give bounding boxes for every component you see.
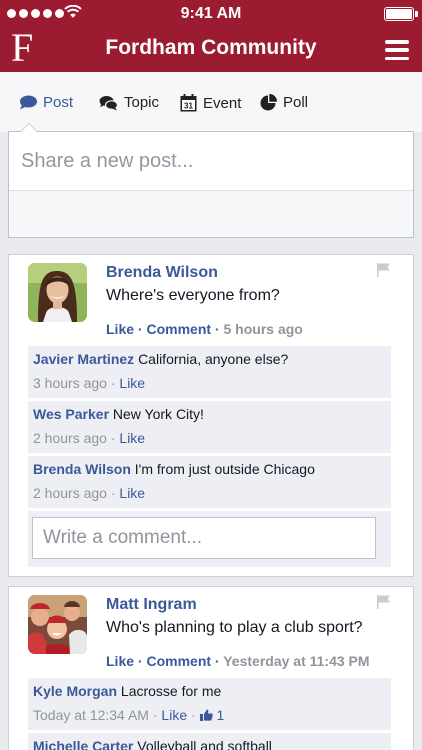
status-bar: 9:41 AM: [0, 0, 422, 27]
chat-bubbles-icon: [99, 95, 118, 110]
post-actions: Like · Comment · 5 hours ago: [106, 321, 303, 337]
comment: Wes Parker New York City! 2 hours ago · …: [28, 401, 391, 454]
post-composer: [8, 131, 414, 238]
thumbs-up-icon: [199, 709, 213, 721]
post-time: Yesterday at 11:43 PM: [223, 653, 370, 669]
avatar[interactable]: [28, 263, 87, 322]
comment-author[interactable]: Kyle Morgan: [33, 683, 117, 699]
svg-text:31: 31: [184, 102, 193, 111]
comment-author[interactable]: Wes Parker: [33, 406, 109, 422]
comment-text: Michelle Carter Volleyball and softball: [33, 738, 272, 750]
comment-meta: 3 hours ago · Like: [33, 375, 146, 391]
comment: Kyle Morgan Lacrosse for me Today at 12:…: [28, 678, 391, 731]
comment-author[interactable]: Javier Martinez: [33, 351, 134, 367]
comment-body: California, anyone else?: [138, 351, 289, 367]
post-author[interactable]: Brenda Wilson: [106, 264, 218, 282]
write-comment-input[interactable]: [32, 517, 376, 559]
comment-text: Kyle Morgan Lacrosse for me: [33, 683, 221, 699]
comment-like-link[interactable]: Like: [119, 485, 145, 501]
active-tab-pointer: [20, 123, 38, 132]
comment-link[interactable]: Comment: [146, 321, 211, 337]
comment-like-count[interactable]: 1: [216, 707, 224, 723]
speech-bubble-icon: [20, 95, 37, 110]
flag-icon[interactable]: [377, 263, 391, 277]
tab-post-label: Post: [43, 94, 74, 111]
like-link[interactable]: Like: [106, 321, 134, 337]
page-title: Fordham Community: [105, 36, 317, 59]
post-time: 5 hours ago: [223, 321, 303, 337]
tab-poll[interactable]: Poll: [260, 94, 308, 111]
tab-event[interactable]: 31 Event: [180, 94, 241, 112]
comment-link[interactable]: Comment: [146, 653, 211, 669]
comment-author[interactable]: Michelle Carter: [33, 738, 133, 750]
like-link[interactable]: Like: [106, 653, 134, 669]
comment: Brenda Wilson I'm from just outside Chic…: [28, 456, 391, 509]
tab-post[interactable]: Post: [19, 94, 73, 111]
pie-chart-icon: [260, 94, 277, 111]
comment-meta: 2 hours ago · Like: [33, 430, 146, 446]
tab-topic[interactable]: Topic: [99, 94, 159, 111]
comment-like-link[interactable]: Like: [119, 375, 145, 391]
composer-footer: [9, 190, 413, 237]
comment: Michelle Carter Volleyball and softball: [28, 733, 391, 750]
comment-author[interactable]: Brenda Wilson: [33, 461, 131, 477]
post-text: Who's planning to play a club sport?: [106, 619, 363, 636]
comment: Javier Martinez California, anyone else?…: [28, 346, 391, 399]
tab-topic-label: Topic: [124, 94, 160, 111]
comment-like-link[interactable]: Like: [161, 707, 187, 723]
post-card: Matt Ingram Who's planning to play a clu…: [8, 586, 414, 750]
comment-meta: 2 hours ago · Like: [33, 485, 146, 501]
hamburger-menu-icon[interactable]: [385, 40, 409, 60]
comment-body: Lacrosse for me: [120, 683, 222, 699]
post-text: Where's everyone from?: [106, 287, 280, 304]
comment-body: Volleyball and softball: [137, 738, 272, 750]
nav-bar: F Fordham Community: [0, 27, 422, 72]
post-author[interactable]: Matt Ingram: [106, 596, 197, 614]
comment-text: Brenda Wilson I'm from just outside Chic…: [33, 461, 315, 477]
comment-body: New York City!: [112, 406, 204, 422]
comment-time: 2 hours ago: [33, 485, 107, 501]
status-time: 9:41 AM: [180, 5, 242, 22]
tab-poll-label: Poll: [283, 94, 309, 111]
comment-time: 2 hours ago: [33, 430, 107, 446]
write-comment-box: [28, 511, 391, 567]
post-actions: Like · Comment · Yesterday at 11:43 PM: [106, 653, 370, 669]
comment-time: 3 hours ago: [33, 375, 107, 391]
battery-icon: [384, 7, 418, 21]
calendar-icon: 31: [180, 94, 197, 112]
comment-text: Wes Parker New York City!: [33, 406, 204, 422]
post-card: Brenda Wilson Where's everyone from? Lik…: [8, 254, 414, 577]
comment-text: Javier Martinez California, anyone else?: [33, 351, 288, 367]
comment-body: I'm from just outside Chicago: [134, 461, 315, 477]
avatar[interactable]: [28, 595, 87, 654]
flag-icon[interactable]: [377, 595, 391, 609]
composer-tabs: Post Topic 31 Event Poll: [0, 72, 422, 132]
tab-event-label: Event: [203, 94, 242, 112]
comment-meta: Today at 12:34 AM · Like · 1: [33, 707, 225, 723]
share-post-input[interactable]: [9, 132, 413, 190]
comment-like-link[interactable]: Like: [119, 430, 145, 446]
comment-time: Today at 12:34 AM: [33, 707, 149, 723]
